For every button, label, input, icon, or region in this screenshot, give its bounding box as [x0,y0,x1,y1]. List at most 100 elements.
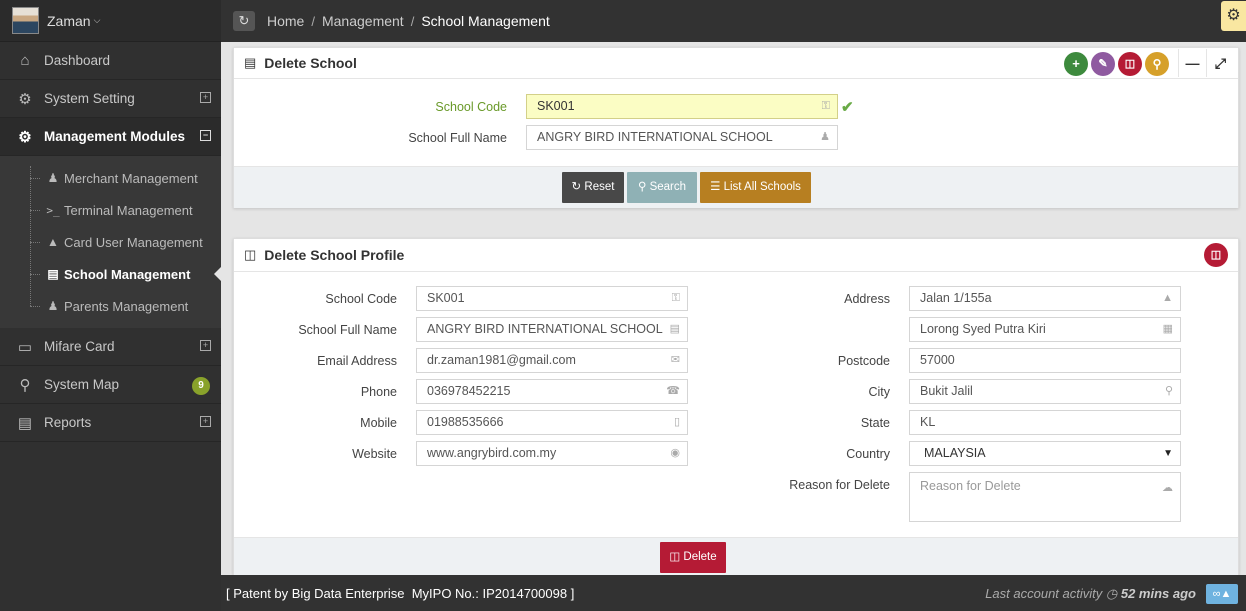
trash-icon[interactable]: ◫ [1204,243,1228,267]
website-field[interactable]: www.angrybird.com.my ◉ [416,441,688,466]
notification-badge: 9 [192,377,210,395]
sidebar-item-management-modules[interactable]: ⚙ Management Modules − [0,118,221,156]
sidebar-item-card-user-management[interactable]: ▲ Card User Management [0,226,221,258]
settings-gear-icon[interactable]: ⚙ [1221,1,1246,31]
expand-icon[interactable]: + [200,340,211,351]
minimize-icon[interactable]: — [1178,49,1206,77]
sidebar-item-dashboard[interactable]: ⌂ Dashboard [0,42,221,80]
scroll-up-button[interactable]: ∞▲ [1206,584,1238,604]
sidebar-item-parents-management[interactable]: ♟ Parents Management [0,290,221,322]
breadcrumb-current: School Management [421,13,550,29]
map-marker-icon: ⚲ [1164,385,1173,397]
cogs-icon: ⚙ [18,90,32,108]
input-value: ANGRY BIRD INTERNATIONAL SCHOOL [537,130,773,144]
mobile-field[interactable]: 01988535666 ▯ [416,410,688,435]
sidebar-item-merchant-management[interactable]: ♟ Merchant Management [0,162,221,194]
sidebar-item-terminal-management[interactable]: >_ Terminal Management [0,194,221,226]
check-icon: ✔ [841,99,854,116]
expand-icon[interactable]: + [200,416,211,427]
sidebar-item-label: Card User Management [64,234,203,250]
list-icon: ☰ [710,181,721,193]
panel-footer: ◫ Delete [234,537,1238,575]
school-name-label: School Full Name [298,323,397,337]
sidebar-item-label: Management Modules [44,129,186,144]
breadcrumb: ↻ Home / Management / School Management … [221,0,1246,42]
phone-icon: ☎ [666,385,680,397]
patent-text: [ Patent by Big Data Enterprise MyIPO No… [226,585,575,601]
search-icon[interactable]: ⚲ [1145,52,1169,76]
building-icon: ▦ [1162,323,1173,335]
trash-icon: ◫ [669,551,681,563]
sidebar-item-label: Dashboard [44,53,111,68]
phone-field[interactable]: 036978452215 ☎ [416,379,688,404]
graduation-cap-icon: ▲ [47,235,59,249]
sidebar-item-label: Merchant Management [64,170,198,186]
globe-icon: ◉ [670,447,680,459]
search-button[interactable]: ⚲ Search [627,172,697,203]
city-label: City [868,385,890,399]
book-icon: ▤ [669,323,680,335]
road-icon: ▲ [1162,292,1173,304]
home-icon: ⌂ [20,52,30,69]
panel-title: Delete School [264,55,357,71]
active-caret [214,267,221,281]
reason-textarea[interactable]: Reason for Delete ☁ [909,472,1181,522]
expand-icon[interactable]: + [200,92,211,103]
sidebar-item-label: Parents Management [64,298,189,314]
address-label: Address [844,292,890,306]
school-code-input[interactable]: SK001 ⚿ [526,94,838,119]
delete-school-profile-panel: ◫ Delete School Profile ◫ School Code SK… [233,238,1239,575]
panel-footer: ↻ Reset ⚲ Search ☰ List All Schools [234,166,1238,208]
dropdown-arrow-icon: ▼ [1163,448,1173,459]
email-label: Email Address [317,354,397,368]
add-icon[interactable]: + [1064,52,1088,76]
school-name-input[interactable]: ANGRY BIRD INTERNATIONAL SCHOOL ♟ [526,125,838,150]
trash-icon[interactable]: ◫ [1118,52,1142,76]
sidebar-item-label: Reports [44,415,92,430]
sidebar-item-reports[interactable]: ▤ Reports + [0,404,221,442]
country-label: Country [846,447,890,461]
map-marker-icon: ⚲ [19,376,31,394]
sidebar-item-system-setting[interactable]: ⚙ System Setting + [0,80,221,118]
user-icon: ♟ [820,131,830,143]
search-icon: ⚲ [637,181,647,193]
school-name-field[interactable]: ANGRY BIRD INTERNATIONAL SCHOOL ▤ [416,317,688,342]
city-field[interactable]: Bukit Jalil ⚲ [909,379,1181,404]
state-field[interactable]: KL [909,410,1181,435]
avatar [12,7,39,34]
collapse-icon[interactable]: − [200,130,211,141]
female-icon: ♟ [47,299,59,313]
book-icon: ▤ [47,267,59,281]
postcode-label: Postcode [837,354,890,368]
reason-label: Reason for Delete [789,478,890,492]
book-icon: ▤ [244,55,257,70]
breadcrumb-home[interactable]: Home [267,13,304,29]
sidebar-item-label: System Setting [44,91,135,106]
website-label: Website [352,447,397,461]
sidebar-item-school-management[interactable]: ▤ School Management [0,258,221,290]
sidebar-item-system-map[interactable]: ⚲ System Map 9 [0,366,221,404]
postcode-field[interactable]: 57000 [909,348,1181,373]
terminal-icon: >_ [46,203,60,217]
refresh-icon[interactable]: ↻ [233,11,255,31]
submenu-management: ♟ Merchant Management >_ Terminal Manage… [0,156,221,328]
credit-card-icon: ▭ [17,338,33,356]
delete-school-panel: ▤ Delete School + ✎ ◫ ⚲ — ⤢ School Code … [233,47,1239,208]
school-code-field[interactable]: SK001 ⚿ [416,286,688,311]
edit-icon[interactable]: ✎ [1091,52,1115,76]
address-line2-field[interactable]: Lorong Syed Putra Kiri ▦ [909,317,1181,342]
sidebar-item-mifare-card[interactable]: ▭ Mifare Card + [0,328,221,366]
school-name-label: School Full Name [408,131,507,145]
delete-button[interactable]: ◫ Delete [660,542,726,573]
breadcrumb-management[interactable]: Management [322,13,404,29]
bar-chart-icon: ▤ [17,414,33,432]
user-menu[interactable]: Zaman ⌵ [0,0,221,42]
reset-button[interactable]: ↻ Reset [562,172,624,203]
address-line1-field[interactable]: Jalan 1/155a ▲ [909,286,1181,311]
expand-icon[interactable]: ⤢ [1206,49,1234,77]
country-select[interactable]: MALAYSIA ▼ [909,441,1181,466]
list-all-schools-button[interactable]: ☰ List All Schools [700,172,811,203]
footer: [ Patent by Big Data Enterprise MyIPO No… [221,575,1246,611]
email-field[interactable]: dr.zaman1981@gmail.com ✉ [416,348,688,373]
user-name: Zaman [47,12,91,29]
